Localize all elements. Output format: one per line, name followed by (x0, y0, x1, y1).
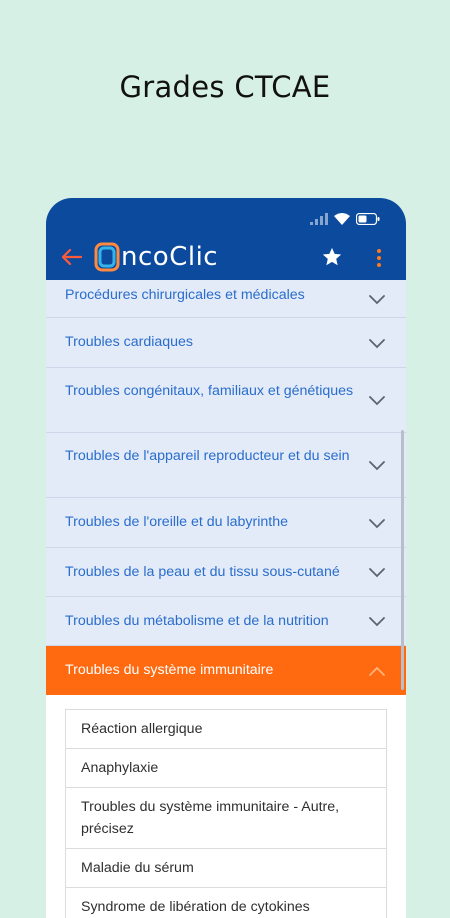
category-label: Troubles de l'oreille et du labyrinthe (65, 514, 289, 530)
page-headline: Grades CTCAE (119, 70, 331, 104)
favorite-button[interactable] (318, 242, 346, 272)
category-row[interactable]: Troubles de l'oreille et du labyrinthe (46, 498, 406, 548)
more-vert-icon[interactable] (371, 244, 387, 272)
subitem-list: Réaction allergique Anaphylaxie Troubles… (46, 695, 406, 918)
category-label: Troubles cardiaques (65, 334, 194, 350)
chevron-down-icon (369, 518, 385, 528)
category-row-expanded[interactable]: Troubles du système immunitaire (46, 646, 406, 695)
category-label: Procédures chirurgicales et médicales (65, 287, 305, 303)
signal-icon (310, 213, 328, 225)
category-label: Troubles du métabolisme et de la nutriti… (65, 613, 329, 629)
logo-o-icon (94, 242, 120, 272)
app-logo: ncoClic (94, 240, 218, 274)
chevron-down-icon (369, 568, 385, 578)
category-row[interactable]: Troubles congénitaux, familiaux et génét… (46, 368, 406, 433)
chevron-down-icon (369, 294, 385, 304)
subitem[interactable]: Réaction allergique (65, 709, 387, 749)
category-row[interactable]: Troubles cardiaques (46, 318, 406, 368)
chevron-down-icon (369, 338, 385, 348)
wifi-icon (334, 213, 350, 225)
app-bar: ncoClic (46, 236, 406, 280)
subitem[interactable]: Syndrome de libération de cytokines (65, 888, 387, 918)
chevron-down-icon (369, 461, 385, 471)
back-arrow-icon (61, 248, 82, 266)
phone-frame: ncoClic Procédures chirurgicales et médi… (46, 198, 406, 918)
battery-icon (356, 213, 380, 225)
logo-c: C (169, 242, 188, 272)
chevron-down-icon (369, 617, 385, 627)
category-label: Troubles de la peau et du tissu sous-cut… (65, 564, 340, 580)
chevron-up-icon (369, 666, 385, 676)
scrollbar[interactable] (401, 430, 404, 690)
status-bar (46, 198, 406, 236)
category-row[interactable]: Troubles de l'appareil reproducteur et d… (46, 433, 406, 498)
category-label: Troubles du système immunitaire (65, 662, 274, 678)
subitem[interactable]: Anaphylaxie (65, 749, 387, 788)
logo-mid: nco (121, 242, 170, 272)
chevron-down-icon (369, 396, 385, 406)
subitem[interactable]: Maladie du sérum (65, 849, 387, 888)
category-row[interactable]: Troubles de la peau et du tissu sous-cut… (46, 548, 406, 597)
category-row[interactable]: Procédures chirurgicales et médicales (46, 280, 406, 318)
subitem[interactable]: Troubles du système immunitaire - Autre,… (65, 788, 387, 849)
star-icon (322, 247, 342, 266)
logo-text: ncoClic (121, 242, 218, 272)
back-button[interactable] (56, 240, 86, 274)
category-list: Procédures chirurgicales et médicales Tr… (46, 280, 406, 918)
logo-end: lic (187, 242, 219, 272)
category-label: Troubles de l'appareil reproducteur et d… (65, 448, 350, 464)
category-label: Troubles congénitaux, familiaux et génét… (65, 383, 354, 399)
category-row[interactable]: Troubles du métabolisme et de la nutriti… (46, 597, 406, 646)
